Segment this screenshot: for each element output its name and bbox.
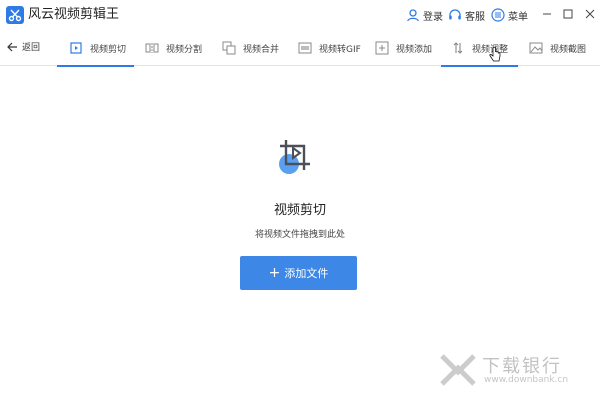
tab-video-cut[interactable]: 视频剪切 [56,30,135,67]
hand-cursor-icon [489,47,501,62]
video-merge-icon [222,41,236,55]
back-label: 返回 [22,43,41,53]
page-title: 视频剪切 [273,203,326,218]
tab-video-gif[interactable]: 视频转GIF [298,30,361,66]
tab-label: 视频截图 [550,44,587,55]
app-logo [6,6,24,24]
downbank-logo-icon [440,354,476,386]
watermark-url: www.downbank.cn [484,375,569,385]
tab-label: 视频剪切 [90,44,127,55]
toolbar: 返回 视频剪切 视频分割 视频合并 视频转GIF 视频添加 视频调整 视频截图 [0,30,600,67]
user-icon [407,9,419,22]
video-cut-large-icon [279,140,310,174]
app-title: 风云视频剪辑王 [28,7,120,22]
tab-video-add[interactable]: 视频添加 [375,30,432,66]
tab-label: 视频转GIF [319,44,361,55]
menu-label: 菜单 [508,11,528,23]
video-split-icon [145,43,159,53]
service-button[interactable]: 客服 [448,7,485,23]
back-button[interactable]: 返回 [6,40,40,53]
plus-icon: + [268,265,281,281]
tab-label: 视频分割 [166,44,203,55]
close-icon[interactable] [584,8,596,20]
drop-hint: 将视频文件拖拽到此处 [254,230,345,240]
arrow-left-icon [7,42,17,51]
tab-video-merge[interactable]: 视频合并 [222,30,279,66]
tab-label: 视频合并 [243,44,280,55]
menu-icon [491,8,505,22]
menu-button[interactable]: 菜单 [491,7,528,23]
minimize-icon[interactable] [541,8,553,20]
tab-video-screenshot[interactable]: 视频截图 [529,30,586,66]
login-label: 登录 [423,11,443,23]
service-label: 客服 [465,11,485,23]
maximize-icon[interactable] [562,8,574,20]
tab-label: 视频添加 [396,44,433,55]
tab-video-split[interactable]: 视频分割 [145,30,202,66]
add-file-label: 添加文件 [284,267,329,280]
login-button[interactable]: 登录 [406,7,443,23]
add-file-button[interactable]: + 添加文件 [240,256,357,290]
screenshot-icon [529,42,543,54]
video-cut-icon [70,42,82,54]
scissors-icon [8,9,22,22]
add-icon [375,41,389,55]
adjust-icon [453,42,463,54]
watermark: 下载银行 www.downbank.cn [434,350,594,390]
gif-icon [298,42,312,54]
title-bar: 风云视频剪辑王 登录 客服 菜单 [0,0,600,30]
headset-icon [449,9,461,20]
